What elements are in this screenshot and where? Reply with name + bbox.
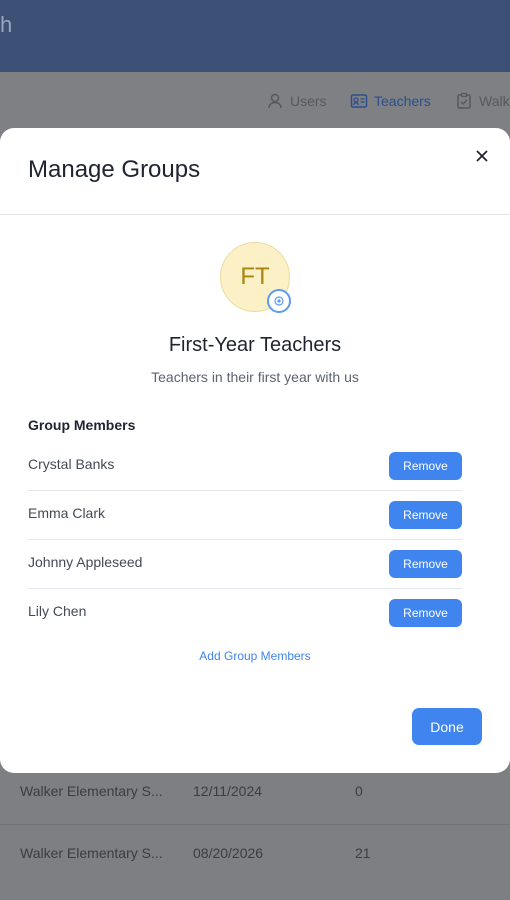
member-row: Emma Clark Remove xyxy=(28,491,462,540)
member-name: Crystal Banks xyxy=(28,456,115,472)
member-row: Crystal Banks Remove xyxy=(28,442,462,491)
member-name: Lily Chen xyxy=(28,603,87,619)
avatar-initials: FT xyxy=(240,263,270,290)
school-cell: Walker Elementary S... xyxy=(20,845,163,861)
remove-button[interactable]: Remove xyxy=(389,599,462,627)
remove-button[interactable]: Remove xyxy=(389,550,462,578)
app-title: h xyxy=(0,12,13,37)
date-cell: 12/11/2024 xyxy=(193,783,263,799)
table-row[interactable]: Walker Elementary S... 08/20/2026 21 xyxy=(0,824,510,887)
tab-walk[interactable]: Walk xyxy=(455,92,510,110)
avatar-edit-badge[interactable] xyxy=(267,289,291,313)
member-row: Lily Chen Remove xyxy=(28,589,462,637)
tab-walk-label: Walk xyxy=(479,93,510,109)
tab-teachers[interactable]: Teachers xyxy=(350,92,431,110)
clipboard-check-icon xyxy=(457,92,471,109)
app-header: h xyxy=(0,0,510,72)
target-icon xyxy=(274,296,284,306)
header-divider xyxy=(0,214,510,215)
id-card-icon xyxy=(350,94,368,108)
modal-title: Manage Groups xyxy=(28,156,201,183)
member-name: Emma Clark xyxy=(28,505,106,521)
remove-button[interactable]: Remove xyxy=(389,501,462,529)
remove-button[interactable]: Remove xyxy=(389,452,462,480)
tab-users[interactable]: Users xyxy=(266,92,327,110)
date-cell: 08/20/2026 xyxy=(193,845,264,861)
close-icon[interactable] xyxy=(472,146,492,166)
tab-teachers-label: Teachers xyxy=(374,93,431,109)
members-heading: Group Members xyxy=(28,417,136,433)
count-cell: 0 xyxy=(355,783,363,799)
done-button[interactable]: Done xyxy=(412,708,482,745)
group-name: First-Year Teachers xyxy=(168,334,342,356)
group-description: Teachers in their first year with us xyxy=(151,369,359,385)
manage-groups-modal: Manage Groups FT First-Year Teachers Tea… xyxy=(0,128,510,773)
tab-bar: Users Teachers Walk xyxy=(0,72,510,132)
add-group-members-link[interactable]: Add Group Members xyxy=(0,649,510,663)
member-name: Johnny Appleseed xyxy=(28,554,143,570)
count-cell: 21 xyxy=(355,845,371,861)
user-icon xyxy=(268,93,282,109)
school-cell: Walker Elementary S... xyxy=(20,783,163,799)
member-row: Johnny Appleseed Remove xyxy=(28,540,462,589)
tab-users-label: Users xyxy=(290,93,327,109)
